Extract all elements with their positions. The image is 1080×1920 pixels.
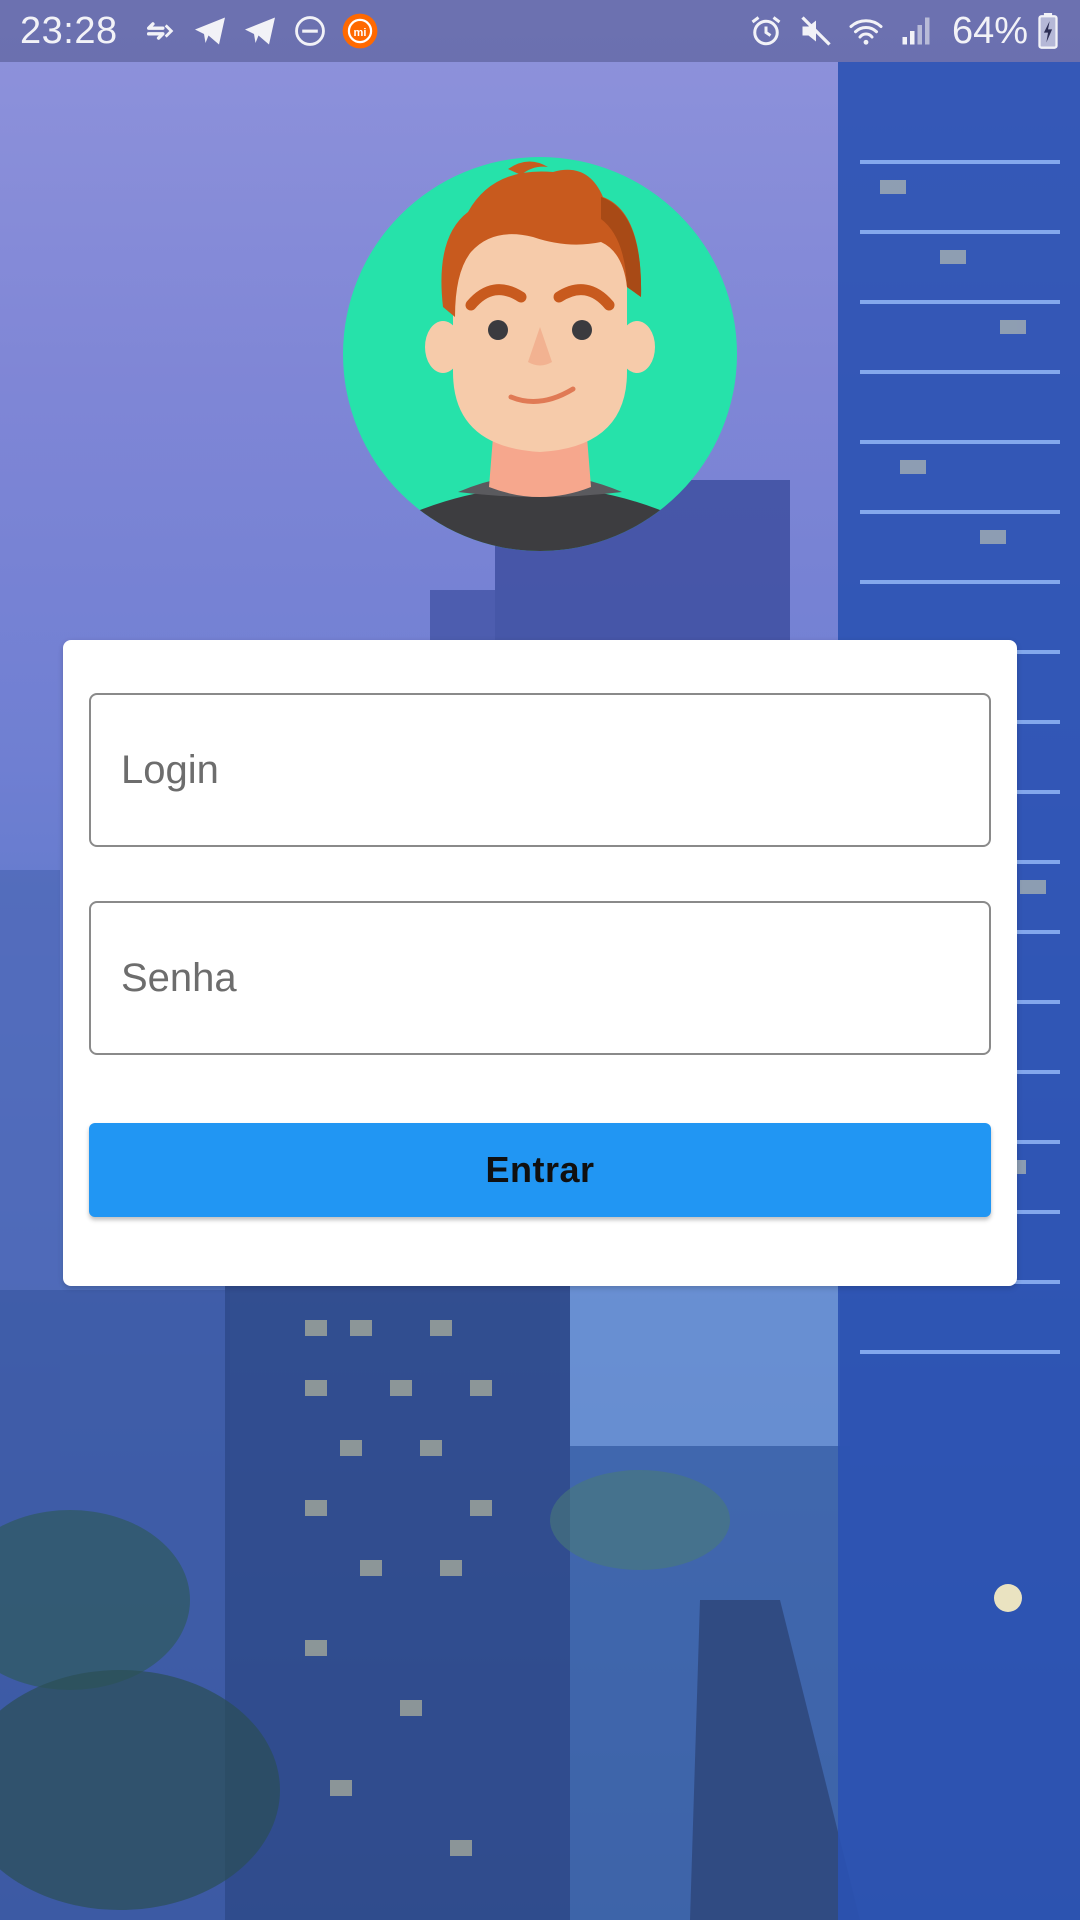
- signal-icon: [896, 11, 936, 51]
- login-button[interactable]: Entrar: [89, 1123, 991, 1217]
- login-card: Entrar: [63, 640, 1017, 1286]
- login-input[interactable]: [91, 695, 989, 845]
- battery-charging-icon: [1036, 11, 1060, 51]
- login-screen: 23:28 mi 64% Login Entrar: [0, 0, 1080, 1920]
- svg-text:mi: mi: [353, 27, 366, 39]
- login-field[interactable]: [89, 693, 991, 847]
- transfer-icon: [140, 11, 180, 51]
- user-avatar-icon: [343, 157, 737, 551]
- wifi-icon: [846, 11, 886, 51]
- status-bar: 23:28 mi 64%: [0, 0, 1080, 62]
- password-field[interactable]: [89, 901, 991, 1055]
- telegram-icon: [190, 11, 230, 51]
- alarm-icon: [746, 11, 786, 51]
- status-time: 23:28: [20, 9, 118, 52]
- system-status-icons: 64%: [746, 10, 1060, 53]
- password-input[interactable]: [91, 903, 989, 1053]
- mute-icon: [796, 11, 836, 51]
- mi-icon: mi: [340, 11, 380, 51]
- telegram-icon: [240, 11, 280, 51]
- battery-percentage: 64%: [951, 9, 1028, 52]
- do-not-disturb-icon: [290, 11, 330, 51]
